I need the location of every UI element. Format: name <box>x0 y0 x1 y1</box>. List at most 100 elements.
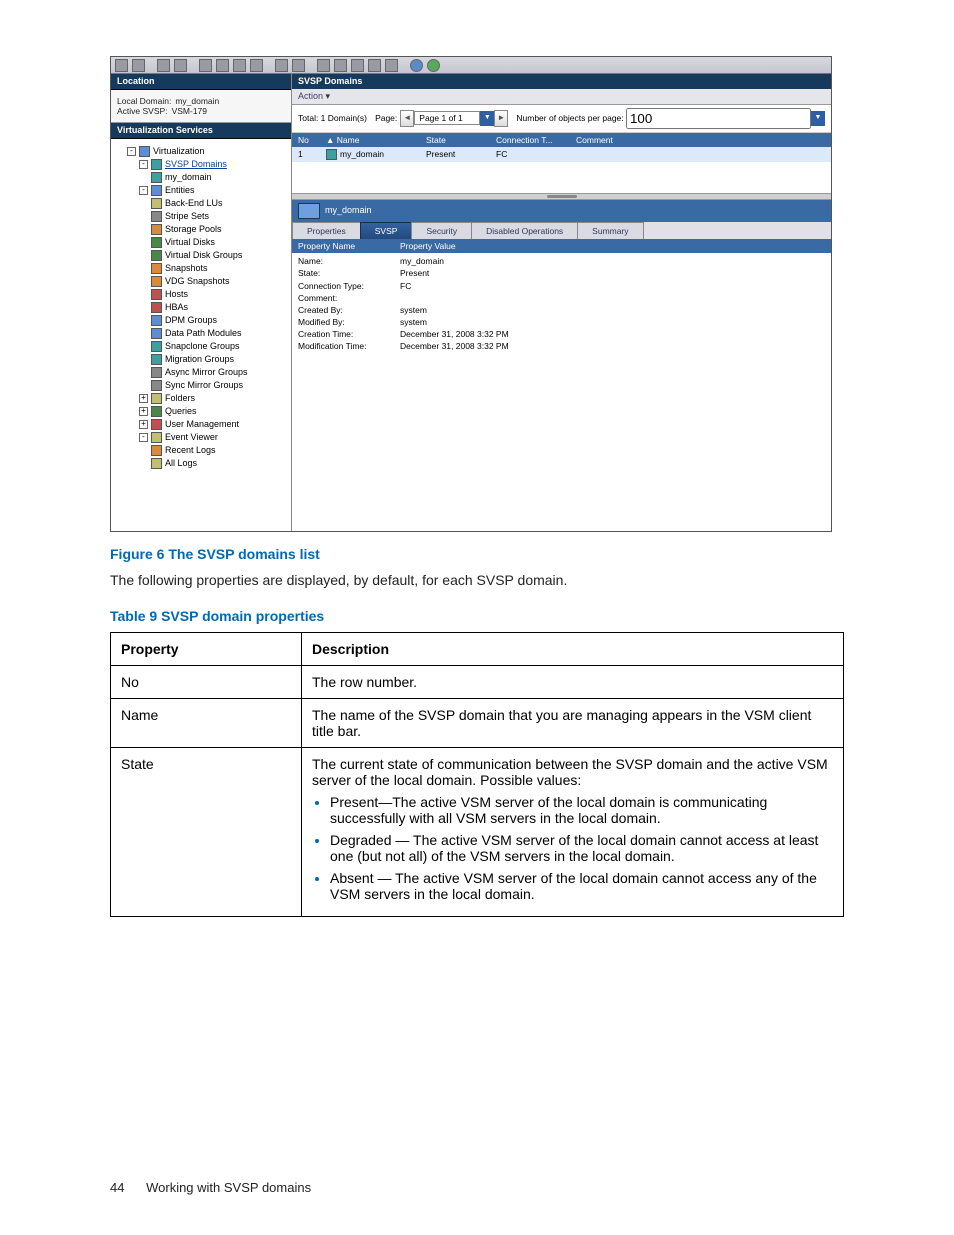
col-no[interactable]: No <box>292 133 320 147</box>
location-body: Local Domain: my_domain Active SVSP: VSM… <box>111 90 291 123</box>
tab-summary[interactable]: Summary <box>577 222 643 239</box>
domain-icon <box>326 149 337 160</box>
tree-virtual-disk-groups[interactable]: Virtual Disk Groups <box>151 249 287 262</box>
tree-entities[interactable]: -Entities <box>139 184 287 197</box>
tree-storage-pools[interactable]: Storage Pools <box>151 223 287 236</box>
splitter[interactable] <box>292 193 831 200</box>
sync-mirror-icon <box>151 380 162 391</box>
back-icon[interactable] <box>115 59 128 72</box>
tree-folders[interactable]: +Folders <box>139 392 287 405</box>
help-icon[interactable] <box>410 59 423 72</box>
tree-hbas[interactable]: HBAs <box>151 301 287 314</box>
col-name[interactable]: ▲ Name <box>320 133 420 147</box>
all-logs-icon <box>151 458 162 469</box>
tree-queries[interactable]: +Queries <box>139 405 287 418</box>
page-dropdown[interactable]: ▼ <box>480 111 494 126</box>
vdisk-icon <box>151 237 162 248</box>
tree-virtualization[interactable]: -Virtualization <box>127 145 287 158</box>
vdg-icon <box>151 250 162 261</box>
table-row[interactable]: 1 my_domain Present FC <box>292 147 831 162</box>
tree-recent-logs[interactable]: Recent Logs <box>151 444 287 457</box>
nav-tree: -Virtualization -SVSP Domains my_domain … <box>111 139 291 531</box>
tree-user-management[interactable]: +User Management <box>139 418 287 431</box>
play-icon[interactable] <box>317 59 330 72</box>
folder-icon <box>151 393 162 404</box>
cut-icon[interactable] <box>233 59 246 72</box>
event-icon <box>151 432 162 443</box>
users-icon <box>151 419 162 430</box>
page-prev-button[interactable]: ◄ <box>400 110 414 127</box>
pause-icon[interactable] <box>368 59 381 72</box>
tree-stripe-sets[interactable]: Stripe Sets <box>151 210 287 223</box>
col-connection[interactable]: Connection T... <box>490 133 570 147</box>
refresh-icon[interactable] <box>174 59 187 72</box>
tree-svsp-domains[interactable]: -SVSP Domains <box>139 158 287 171</box>
tree-event-viewer[interactable]: -Event Viewer <box>139 431 287 444</box>
action-menu[interactable]: Action <box>292 89 831 105</box>
list-pager: Total: 1 Domain(s) Page: ◄ Page 1 of 1 ▼… <box>292 105 831 133</box>
tree-back-end-lus[interactable]: Back-End LUs <box>151 197 287 210</box>
tree-my-domain[interactable]: my_domain <box>151 171 287 184</box>
new-icon[interactable] <box>199 59 212 72</box>
tab-disabled-operations[interactable]: Disabled Operations <box>471 222 578 239</box>
tree-vdg-snapshots[interactable]: VDG Snapshots <box>151 275 287 288</box>
ffwd-icon[interactable] <box>385 59 398 72</box>
state-bullet-absent: Absent — The active VSM server of the lo… <box>330 870 833 902</box>
tree-snapshots[interactable]: Snapshots <box>151 262 287 275</box>
tree-dpm-groups[interactable]: DPM Groups <box>151 314 287 327</box>
th-property: Property <box>111 632 302 665</box>
entities-icon <box>151 185 162 196</box>
about-icon[interactable] <box>427 59 440 72</box>
table-caption: Table 9 SVSP domain properties <box>110 608 844 624</box>
tree-async-mirror-groups[interactable]: Async Mirror Groups <box>151 366 287 379</box>
home-icon[interactable] <box>157 59 170 72</box>
local-domain-value: my_domain <box>175 96 219 106</box>
tab-properties[interactable]: Properties <box>292 222 361 239</box>
kv-body: Name:my_domain State:Present Connection … <box>292 253 831 437</box>
lu-icon <box>151 198 162 209</box>
cell-state-prop: State <box>111 747 302 916</box>
step-icon[interactable] <box>351 59 364 72</box>
tree-data-path-modules[interactable]: Data Path Modules <box>151 327 287 340</box>
local-domain-label: Local Domain: <box>117 96 171 106</box>
objects-per-page-dropdown[interactable]: ▼ <box>811 111 825 126</box>
intro-text: The following properties are displayed, … <box>110 572 844 588</box>
col-comment[interactable]: Comment <box>570 133 831 147</box>
tab-security[interactable]: Security <box>411 222 472 239</box>
tree-all-logs[interactable]: All Logs <box>151 457 287 470</box>
kv-header: Property Name Property Value <box>292 239 831 253</box>
objects-per-page-label: Number of objects per page: <box>516 113 623 123</box>
recent-logs-icon <box>151 445 162 456</box>
paste-icon[interactable] <box>250 59 263 72</box>
tree-sync-mirror-groups[interactable]: Sync Mirror Groups <box>151 379 287 392</box>
th-description: Description <box>302 632 844 665</box>
forward-icon[interactable] <box>132 59 145 72</box>
snapclone-icon <box>151 341 162 352</box>
tree-hosts[interactable]: Hosts <box>151 288 287 301</box>
async-mirror-icon <box>151 367 162 378</box>
cell-name-desc: The name of the SVSP domain that you are… <box>302 698 844 747</box>
page-number: 44 <box>110 1180 124 1195</box>
stripe-icon <box>151 211 162 222</box>
state-bullet-degraded: Degraded — The active VSM server of the … <box>330 832 833 864</box>
copy-icon[interactable] <box>275 59 288 72</box>
tree-migration-groups[interactable]: Migration Groups <box>151 353 287 366</box>
queries-icon <box>151 406 162 417</box>
objects-per-page-input[interactable] <box>626 108 811 129</box>
page-next-button[interactable]: ► <box>494 110 508 127</box>
tree-virtual-disks[interactable]: Virtual Disks <box>151 236 287 249</box>
dpm-icon <box>151 315 162 326</box>
page-field[interactable]: Page 1 of 1 <box>414 111 480 125</box>
delete-icon[interactable] <box>292 59 305 72</box>
tab-svsp[interactable]: SVSP <box>360 222 413 239</box>
app-window: Location Local Domain: my_domain Active … <box>110 56 832 532</box>
col-state[interactable]: State <box>420 133 490 147</box>
figure-caption: Figure 6 The SVSP domains list <box>110 546 844 562</box>
tree-snapclone-groups[interactable]: Snapclone Groups <box>151 340 287 353</box>
page-label: Page: <box>375 113 397 123</box>
stop-icon[interactable] <box>334 59 347 72</box>
open-icon[interactable] <box>216 59 229 72</box>
cell-state-desc: The current state of communication betwe… <box>302 747 844 916</box>
total-count: Total: 1 Domain(s) <box>298 113 367 123</box>
properties-table: Property Description No The row number. … <box>110 632 844 917</box>
